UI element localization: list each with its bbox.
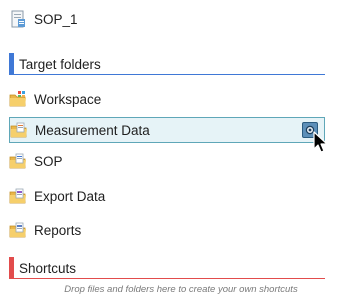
folder-item-measurement-data[interactable]: Measurement Data: [9, 117, 325, 143]
reports-folder-icon: [9, 221, 27, 239]
sop-item-label: SOP_1: [34, 11, 78, 27]
folder-item-export-data[interactable]: Export Data: [9, 183, 325, 209]
shortcuts-accent-bar: [9, 257, 14, 279]
folder-item-label: Reports: [34, 222, 82, 238]
target-folders-accent-bar: [9, 53, 14, 75]
workspace-folder-icon: [9, 90, 27, 108]
folder-item-label: SOP: [34, 153, 63, 169]
sop-folder-icon: [9, 152, 27, 170]
shortcuts-header: Shortcuts: [9, 257, 325, 279]
mouse-cursor-icon: [313, 131, 328, 153]
shortcuts-title: Shortcuts: [19, 260, 77, 276]
folder-item-label: Export Data: [34, 188, 106, 204]
shortcuts-underline: [14, 278, 325, 279]
target-folders-title: Target folders: [19, 56, 101, 72]
export-folder-icon: [9, 187, 27, 205]
target-folders-header: Target folders: [9, 53, 325, 75]
folder-item-workspace[interactable]: Workspace: [9, 86, 325, 112]
shortcuts-drop-hint: Drop files and folders here to create yo…: [64, 284, 298, 295]
sop-item[interactable]: SOP_1: [9, 6, 325, 32]
folder-item-label: Workspace: [34, 91, 102, 107]
measurement-folder-icon: [10, 121, 28, 139]
folder-item-label: Measurement Data: [35, 122, 150, 138]
folder-panel: SOP_1 Target folders Workspace Measureme…: [0, 0, 362, 298]
sop-document-icon: [9, 10, 27, 28]
folder-item-reports[interactable]: Reports: [9, 217, 325, 243]
target-folders-underline: [14, 74, 325, 75]
folder-item-sop[interactable]: SOP: [9, 148, 325, 174]
